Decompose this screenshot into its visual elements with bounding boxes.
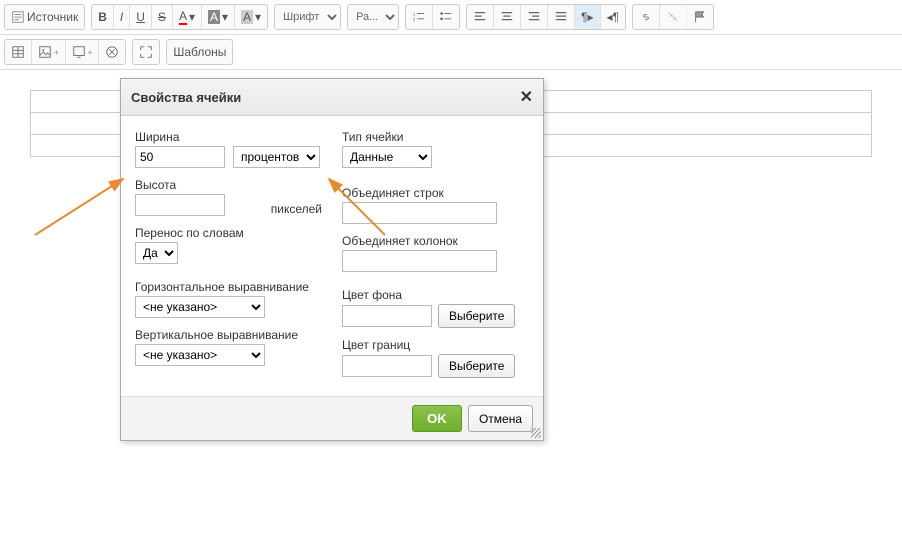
svg-text:2: 2 bbox=[413, 17, 416, 22]
pilcrow-rtl-icon: ◂¶ bbox=[607, 10, 619, 24]
pilcrow-ltr-icon: ¶▸ bbox=[581, 10, 593, 24]
rowspan-label: Объединяет строк bbox=[342, 186, 529, 200]
bgcolor-label: Цвет фона bbox=[342, 288, 529, 302]
valign-label: Вертикальное выравнивание bbox=[135, 328, 322, 342]
close-button[interactable]: ✕ bbox=[520, 87, 533, 107]
table-button[interactable] bbox=[5, 40, 32, 64]
embed-icon bbox=[72, 45, 86, 59]
align-justify-button[interactable] bbox=[548, 5, 575, 29]
align-right-icon bbox=[527, 10, 541, 24]
ok-button[interactable]: OK bbox=[412, 405, 462, 432]
bgcolor-choose-button[interactable]: Выберите bbox=[438, 304, 515, 328]
table-icon bbox=[11, 45, 25, 59]
bgcolor-input[interactable] bbox=[342, 305, 432, 327]
bullet-list-icon bbox=[439, 10, 453, 24]
height-input[interactable] bbox=[135, 194, 225, 216]
dialog-title: Свойства ячейки bbox=[131, 90, 241, 105]
toolbar-row-2: + + Шаблоны bbox=[0, 35, 902, 70]
image-icon bbox=[38, 45, 52, 59]
bg-color-button[interactable]: A▾ bbox=[202, 5, 235, 29]
height-unit: пикселей bbox=[233, 202, 322, 216]
align-right-button[interactable] bbox=[521, 5, 548, 29]
rowspan-input[interactable] bbox=[342, 202, 497, 224]
link-button[interactable] bbox=[633, 5, 660, 29]
link-icon bbox=[639, 10, 653, 24]
strike-button[interactable]: S bbox=[152, 5, 173, 29]
align-justify-icon bbox=[554, 10, 568, 24]
wrap-select[interactable]: Да bbox=[135, 242, 178, 264]
dialog-footer: OK Отмена bbox=[121, 396, 543, 440]
source-icon bbox=[11, 10, 25, 24]
source-button[interactable]: Источник bbox=[5, 5, 84, 29]
bordercolor-input[interactable] bbox=[342, 355, 432, 377]
italic-button[interactable]: I bbox=[114, 5, 130, 29]
embed-button[interactable]: + bbox=[66, 40, 100, 64]
toolbar-row-1: Источник B I U S A▾ A▾ A▾ Шрифт Ра... 12… bbox=[0, 0, 902, 35]
templates-button[interactable]: Шаблоны bbox=[167, 40, 232, 64]
special-char-icon bbox=[105, 45, 119, 59]
maximize-icon bbox=[139, 45, 153, 59]
underline-button[interactable]: U bbox=[130, 5, 152, 29]
resize-grip[interactable] bbox=[531, 428, 541, 438]
bold-button[interactable]: B bbox=[92, 5, 114, 29]
cell-properties-dialog: Свойства ячейки ✕ Ширина процентов Высот… bbox=[120, 78, 544, 441]
anchor-button[interactable] bbox=[687, 5, 713, 29]
dialog-titlebar[interactable]: Свойства ячейки ✕ bbox=[121, 79, 543, 116]
numbered-list-button[interactable]: 12 bbox=[406, 5, 433, 29]
remove-format-button[interactable]: A▾ bbox=[235, 5, 267, 29]
align-left-button[interactable] bbox=[467, 5, 494, 29]
width-unit-select[interactable]: процентов bbox=[233, 146, 320, 168]
celltype-select[interactable]: Данные bbox=[342, 146, 432, 168]
halign-select[interactable]: <не указано> bbox=[135, 296, 265, 318]
bordercolor-label: Цвет границ bbox=[342, 338, 529, 352]
rtl-button[interactable]: ◂¶ bbox=[601, 5, 625, 29]
text-color-button[interactable]: A▾ bbox=[173, 5, 202, 29]
special-char-button[interactable] bbox=[99, 40, 125, 64]
wrap-label: Перенос по словам bbox=[135, 226, 322, 240]
height-label: Высота bbox=[135, 178, 322, 192]
size-select[interactable]: Ра... bbox=[348, 5, 398, 29]
font-select[interactable]: Шрифт bbox=[275, 5, 340, 29]
bordercolor-choose-button[interactable]: Выберите bbox=[438, 354, 515, 378]
ltr-button[interactable]: ¶▸ bbox=[575, 5, 600, 29]
align-center-icon bbox=[500, 10, 514, 24]
maximize-button[interactable] bbox=[133, 40, 159, 64]
bullet-list-button[interactable] bbox=[433, 5, 459, 29]
width-label: Ширина bbox=[135, 130, 322, 144]
svg-text:1: 1 bbox=[413, 11, 416, 16]
source-label: Источник bbox=[27, 10, 78, 24]
editor-content: Свойства ячейки ✕ Ширина процентов Высот… bbox=[0, 70, 902, 177]
unlink-button[interactable] bbox=[660, 5, 687, 29]
colspan-label: Объединяет колонок bbox=[342, 234, 529, 248]
flag-icon bbox=[693, 10, 707, 24]
halign-label: Горизонтальное выравнивание bbox=[135, 280, 322, 294]
image-button[interactable]: + bbox=[32, 40, 66, 64]
align-left-icon bbox=[473, 10, 487, 24]
unlink-icon bbox=[666, 10, 680, 24]
valign-select[interactable]: <не указано> bbox=[135, 344, 265, 366]
align-center-button[interactable] bbox=[494, 5, 521, 29]
width-input[interactable] bbox=[135, 146, 225, 168]
numbered-list-icon: 12 bbox=[412, 10, 426, 24]
colspan-input[interactable] bbox=[342, 250, 497, 272]
cancel-button[interactable]: Отмена bbox=[468, 405, 533, 432]
celltype-label: Тип ячейки bbox=[342, 130, 529, 144]
